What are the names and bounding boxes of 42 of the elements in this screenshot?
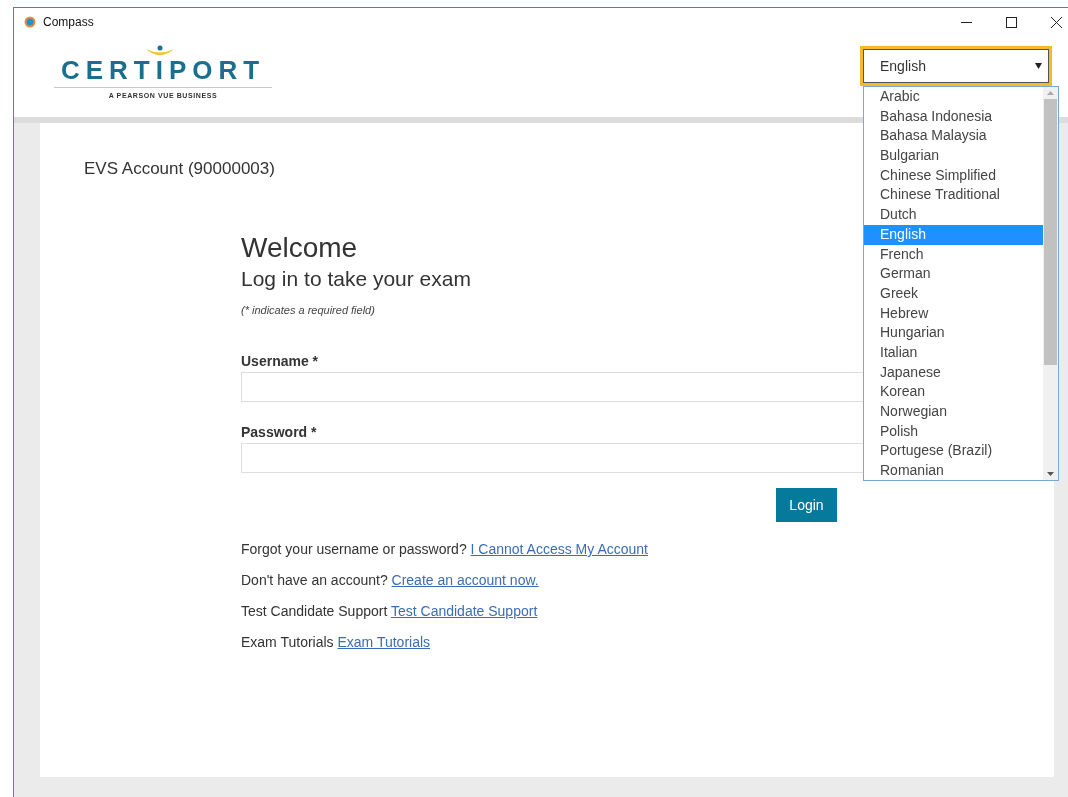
scroll-down-icon[interactable] xyxy=(1047,472,1054,476)
language-option[interactable]: Chinese Simplified xyxy=(864,165,1043,186)
help-text: Don't have an account? Create an account now. xyxy=(241,571,540,589)
language-option[interactable]: Italian xyxy=(864,342,1043,363)
account-label: EVS Account (90000003) xyxy=(84,159,275,179)
language-option[interactable]: Dutch xyxy=(864,205,1043,225)
window-title: Compass xyxy=(43,15,94,29)
language-option[interactable]: Bulgarian xyxy=(864,146,1043,166)
login-button[interactable]: Login xyxy=(776,488,837,522)
scroll-up-icon[interactable] xyxy=(1047,91,1054,95)
help-text: Test Candidate Support Test Candidate Support xyxy=(241,602,539,620)
language-option[interactable]: Polish xyxy=(864,421,1043,442)
logo-wordmark: CERTIPORT xyxy=(60,56,266,84)
help-link[interactable]: Create an account now. xyxy=(391,572,539,588)
help-text: Forgot your username or password? I Cannot Access My Account xyxy=(241,540,649,558)
language-option[interactable]: Norwegian xyxy=(864,402,1043,422)
language-option[interactable]: Korean xyxy=(864,382,1043,402)
language-option[interactable]: Arabic xyxy=(864,87,1043,107)
language-option[interactable]: Bahasa Malaysia xyxy=(864,126,1043,147)
help-text: Exam Tutorials Exam Tutorials xyxy=(241,633,432,651)
language-option[interactable]: Japanese xyxy=(864,362,1043,383)
scrollbar-thumb[interactable] xyxy=(1044,99,1057,365)
help-link[interactable]: Test Candidate Support xyxy=(390,603,538,619)
help-link[interactable]: Exam Tutorials xyxy=(337,634,431,650)
language-option[interactable]: Hebrew xyxy=(864,303,1043,324)
app-icon xyxy=(24,16,36,28)
language-option[interactable]: Chinese Traditional xyxy=(864,185,1043,206)
close-icon[interactable] xyxy=(1051,16,1062,28)
scrollbar[interactable] xyxy=(1043,87,1058,480)
field-label: Password * xyxy=(241,424,317,440)
help-link[interactable]: I Cannot Access My Account xyxy=(470,541,648,557)
language-option[interactable]: German xyxy=(864,264,1043,284)
language-option[interactable]: Portugese (Brazil) xyxy=(864,441,1043,462)
language-option[interactable]: Bahasa Indonesia xyxy=(864,106,1043,127)
maximize-icon[interactable] xyxy=(1006,16,1017,28)
language-option[interactable]: French xyxy=(864,244,1043,265)
caret-icon xyxy=(1035,63,1042,69)
language-option[interactable]: Hungarian xyxy=(864,323,1043,343)
language-option[interactable]: Greek xyxy=(864,283,1043,304)
language-option[interactable]: Romanian xyxy=(864,461,1043,480)
field-label: Username * xyxy=(241,353,319,369)
language-select[interactable]: English xyxy=(863,49,1049,83)
